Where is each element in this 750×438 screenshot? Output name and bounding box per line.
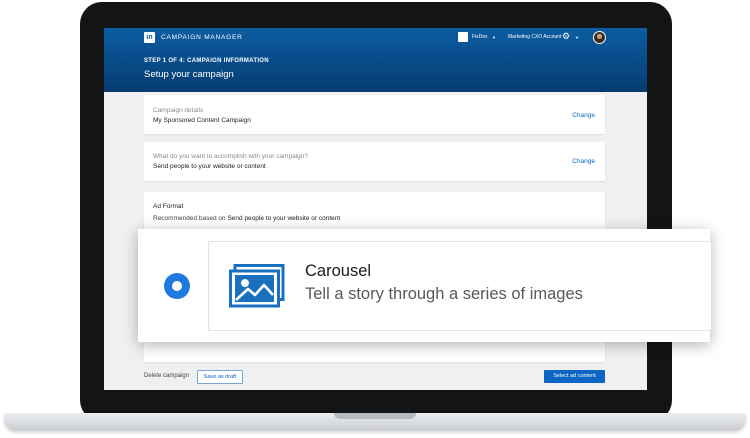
ad-account-selector[interactable]: Marketing CXO Account [508,34,561,40]
company-logo-icon [458,32,468,42]
objective-label: What do you want to accomplish with your… [153,153,308,160]
campaign-details-card: Campaign details My Sponsored Content Ca… [144,95,605,134]
account-selector[interactable]: FixDex [472,34,488,40]
avatar[interactable] [593,31,606,44]
chevron-down-icon[interactable]: ▼ [575,35,579,40]
carousel-option[interactable]: Carousel Tell a story through a series o… [208,241,711,331]
recommendation-prefix: Recommended based on [153,215,226,222]
header-bar: in CAMPAIGN MANAGER FixDex ▼ Marketing C… [104,28,647,92]
gear-icon[interactable]: ⚙ [562,31,570,41]
campaign-name: My Sponsored Content Campaign [153,117,251,124]
objective-card: What do you want to accomplish with your… [144,142,605,181]
page-title: Setup your campaign [144,69,234,80]
chevron-down-icon[interactable]: ▼ [492,35,496,40]
step-indicator: STEP 1 OF 4: CAMPAIGN INFORMATION [144,58,269,64]
objective-value: Send people to your website or content [153,163,266,170]
brand-title: CAMPAIGN MANAGER [161,34,243,41]
recommendation-value: Send people to your website or content [227,215,341,222]
ad-format-recommendation: Recommended based on Send people to your… [153,215,340,222]
laptop-notch [334,413,416,419]
image-gallery-icon [229,264,285,308]
carousel-option-card[interactable]: Carousel Tell a story through a series o… [138,229,711,342]
select-ad-content-button[interactable]: Select ad content [544,370,605,383]
campaign-details-label: Campaign details [153,107,204,114]
change-objective-link[interactable]: Change [572,158,595,165]
radio-selected-dot [172,281,182,291]
save-draft-button[interactable]: Save as draft [197,370,243,384]
carousel-title: Carousel [305,262,372,280]
carousel-description: Tell a story through a series of images [305,285,583,303]
carousel-radio[interactable] [164,273,190,299]
ad-format-title: Ad Format [153,203,184,210]
delete-campaign-link[interactable]: Delete campaign [144,373,189,379]
change-details-link[interactable]: Change [572,112,595,119]
laptop-base [4,413,746,431]
linkedin-logo-icon[interactable]: in [144,32,155,43]
